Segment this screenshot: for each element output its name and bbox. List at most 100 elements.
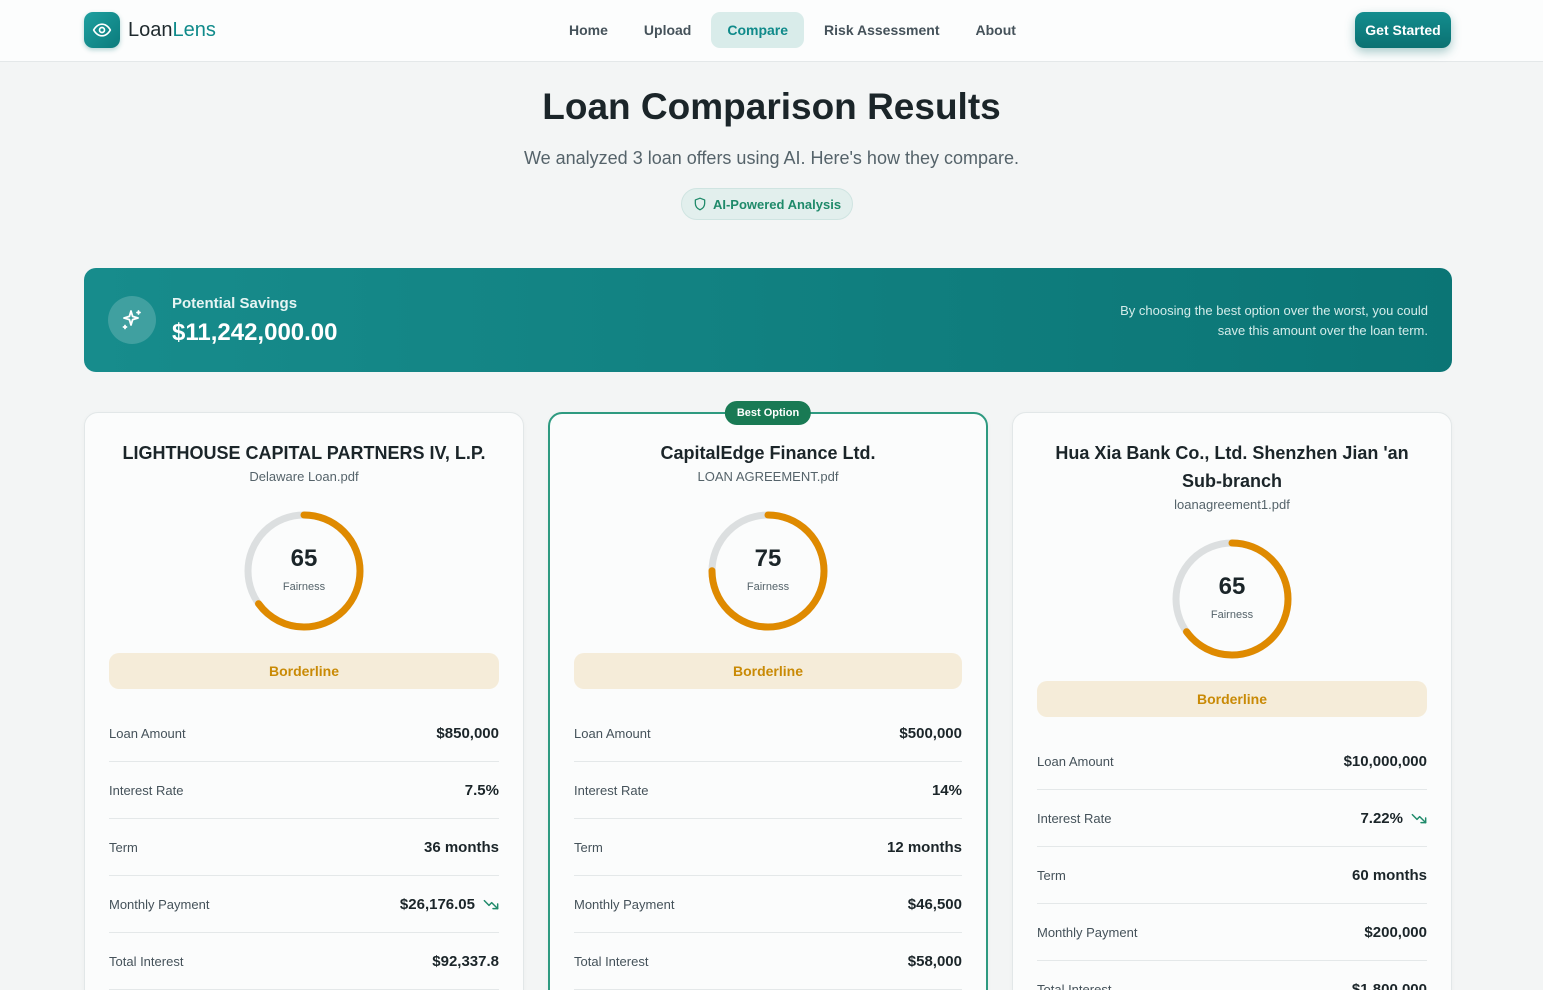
potential-savings-banner: Potential Savings $11,242,000.00 By choo…	[84, 268, 1452, 372]
row-label: Term	[1037, 867, 1066, 883]
nav-link-compare[interactable]: Compare	[711, 12, 805, 48]
monthly-payment-row: Monthly Payment $200,000	[1037, 904, 1427, 961]
loan-card-best: Best Option CapitalEdge Finance Ltd. LOA…	[548, 401, 988, 990]
nav-link-about[interactable]: About	[959, 12, 1031, 48]
term-value: 60 months	[1351, 866, 1427, 884]
monthly-payment-value: $26,176.05	[399, 895, 475, 913]
loan-details: Loan Amount $850,000 Interest Rate 7.5% …	[109, 705, 499, 990]
row-value: 7.5%	[465, 782, 499, 799]
fairness-label: Fairness	[746, 581, 790, 593]
row-label: Monthly Payment	[574, 896, 675, 912]
trending-down-icon	[483, 899, 499, 910]
ai-powered-label: AI-Powered Analysis	[712, 196, 842, 212]
card-header: Hua Xia Bank Co., Ltd. Shenzhen Jian 'an…	[1037, 439, 1427, 512]
logo-prefix: Loan	[128, 18, 173, 41]
lender-name: CapitalEdge Finance Ltd.	[660, 443, 876, 463]
logo-accent: Lens	[172, 18, 216, 41]
row-value: $92,337.8	[432, 953, 499, 970]
row-label: Monthly Payment	[1037, 924, 1138, 940]
term-value: 36 months	[423, 838, 499, 856]
trending-down-icon	[1411, 813, 1427, 824]
row-label: Monthly Payment	[109, 896, 210, 912]
eye-icon	[84, 12, 120, 48]
row-label: Total Interest	[1037, 981, 1112, 990]
row-value: $200,000	[1364, 924, 1427, 941]
total-interest-row: Total Interest $92,337.8	[109, 933, 499, 990]
row-label: Term	[574, 839, 603, 855]
total-interest-value: $1,800,000	[1351, 980, 1427, 990]
row-label: Loan Amount	[574, 725, 651, 741]
fairness-score: 65	[290, 545, 318, 572]
term-row: Term 60 months	[1037, 847, 1427, 904]
monthly-payment-value: $200,000	[1364, 923, 1427, 941]
get-started-button[interactable]: Get Started	[1355, 12, 1451, 48]
row-label: Interest Rate	[1037, 810, 1112, 826]
nav-link-risk-assessment[interactable]: Risk Assessment	[808, 12, 955, 48]
logo-text: LoanLens	[128, 19, 216, 42]
fairness-label: Fairness	[1210, 609, 1254, 621]
row-label: Loan Amount	[109, 725, 186, 741]
row-value: 12 months	[887, 839, 962, 856]
row-value: 60 months	[1352, 867, 1427, 884]
sparkles-icon	[108, 296, 156, 344]
total-interest-value: $58,000	[907, 952, 962, 970]
row-value: $58,000	[908, 953, 962, 970]
total-interest-row: Total Interest $1,800,000	[1037, 961, 1427, 990]
fairness-gauge: 65 Fairness	[242, 509, 366, 633]
term-value: 12 months	[886, 838, 962, 856]
row-value: $10,000,000	[1344, 753, 1427, 770]
interest-rate-value: 14%	[931, 781, 962, 799]
loan-amount-value: $500,000	[899, 724, 962, 742]
page-title: Loan Comparison Results	[542, 86, 1001, 127]
best-option-badge: Best Option	[724, 401, 812, 425]
row-value: 36 months	[424, 839, 499, 856]
row-label: Interest Rate	[109, 782, 184, 798]
row-value: $500,000	[899, 725, 962, 742]
interest-rate-row: Interest Rate 7.5%	[109, 762, 499, 819]
page-subtitle: We analyzed 3 loan offers using AI. Here…	[523, 148, 1020, 168]
row-label: Term	[109, 839, 138, 855]
monthly-payment-row: Monthly Payment $46,500	[574, 876, 962, 933]
card-header: CapitalEdge Finance Ltd. LOAN AGREEMENT.…	[574, 439, 962, 484]
row-value: $26,176.05	[400, 896, 499, 913]
nav-link-upload[interactable]: Upload	[628, 12, 707, 48]
row-value: $1,800,000	[1352, 981, 1427, 990]
interest-rate-value: 7.22%	[1360, 809, 1403, 827]
logo[interactable]: LoanLens	[84, 12, 216, 48]
interest-rate-row: Interest Rate 7.22%	[1037, 790, 1427, 847]
loan-card: LIGHTHOUSE CAPITAL PARTNERS IV, L.P. Del…	[84, 412, 524, 990]
row-value: $46,500	[908, 896, 962, 913]
file-name: LOAN AGREEMENT.pdf	[697, 469, 839, 484]
verdict-badge: Borderline	[1037, 681, 1427, 717]
shield-icon	[694, 197, 706, 211]
row-value: 7.22%	[1360, 810, 1427, 827]
loan-amount-value: $850,000	[436, 724, 499, 742]
loan-amount-value: $10,000,000	[1343, 752, 1427, 770]
loan-details: Loan Amount $10,000,000 Interest Rate 7.…	[1037, 733, 1427, 990]
verdict-badge: Borderline	[574, 653, 962, 689]
file-name: Delaware Loan.pdf	[249, 469, 359, 484]
loan-amount-row: Loan Amount $500,000	[574, 705, 962, 762]
row-label: Interest Rate	[574, 782, 649, 798]
ai-powered-badge: AI-Powered Analysis	[681, 188, 853, 220]
savings-amount: $11,242,000.00	[172, 319, 338, 346]
row-value: 14%	[932, 782, 962, 799]
total-interest-value: $92,337.8	[432, 952, 499, 970]
interest-rate-row: Interest Rate 14%	[574, 762, 962, 819]
savings-label: Potential Savings	[172, 295, 298, 312]
loan-amount-row: Loan Amount $10,000,000	[1037, 733, 1427, 790]
fairness-score: 65	[1218, 573, 1246, 600]
term-row: Term 12 months	[574, 819, 962, 876]
row-label: Total Interest	[109, 953, 184, 969]
fairness-gauge: 65 Fairness	[1170, 537, 1294, 661]
monthly-payment-row: Monthly Payment $26,176.05	[109, 876, 499, 933]
fairness-gauge: 75 Fairness	[706, 509, 830, 633]
savings-note: By choosing the best option over the wor…	[1120, 303, 1428, 338]
nav-link-home[interactable]: Home	[553, 12, 624, 48]
top-navigation: LoanLens Home Upload Compare Risk Assess…	[0, 0, 1543, 62]
monthly-payment-value: $46,500	[907, 895, 962, 913]
card-header: LIGHTHOUSE CAPITAL PARTNERS IV, L.P. Del…	[109, 439, 499, 484]
row-label: Total Interest	[574, 953, 649, 969]
lender-name: LIGHTHOUSE CAPITAL PARTNERS IV, L.P.	[122, 443, 486, 463]
total-interest-row: Total Interest $58,000	[574, 933, 962, 990]
